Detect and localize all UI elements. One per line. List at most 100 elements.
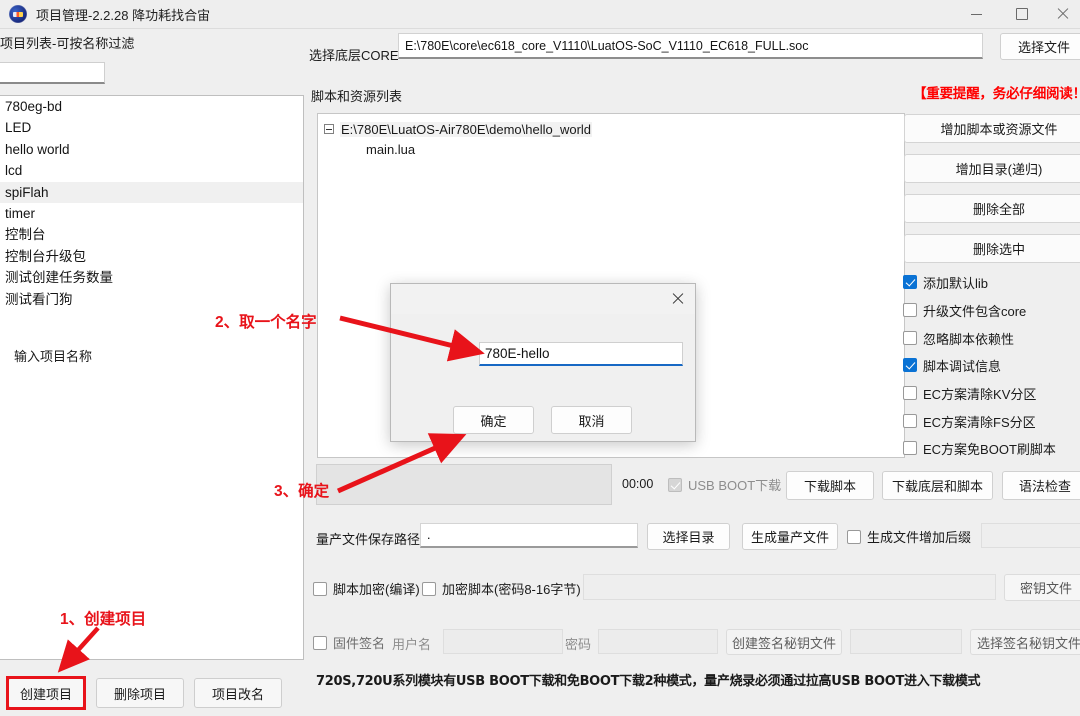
checkbox-script-debug-info[interactable]: 脚本调试信息 [903,355,1001,375]
project-name-label: 输入项目名称 [14,349,93,364]
delete-project-button[interactable]: 删除项目 [96,678,184,708]
signature-username-label: 用户名 [392,637,432,652]
project-list-item[interactable]: timer [0,203,303,224]
project-action-buttons: 创建项目 删除项目 项目改名 [0,678,310,712]
minimize-icon [970,13,982,15]
project-list-item[interactable]: lcd [0,160,303,181]
checkbox-ec-no-boot-flash[interactable]: EC方案免BOOT刷脚本 [903,438,1056,458]
checkbox-label: EC方案清除KV分区 [923,386,1037,402]
window-close-button[interactable] [1045,0,1080,28]
generate-mass-production-button[interactable]: 生成量产文件 [742,523,838,550]
checkbox-icon [313,581,327,596]
maximize-icon [1016,8,1028,20]
choose-file-button[interactable]: 选择文件 [1000,33,1080,60]
checkbox-ec-clear-kv[interactable]: EC方案清除KV分区 [903,383,1036,403]
checkbox-label: 固件签名 [333,636,386,651]
syntax-check-button[interactable]: 语法检查 [1002,471,1080,500]
create-signature-key-file-button[interactable]: 创建签名秘钥文件 [726,629,842,655]
signature-password-input[interactable] [598,629,718,654]
annotation-step-1: 1、创建项目 [60,611,147,628]
checkbox-ignore-script-dependency[interactable]: 忽略脚本依赖性 [903,328,1014,348]
core-path-input[interactable] [398,33,983,59]
rename-project-button[interactable]: 项目改名 [194,678,282,708]
checkbox-icon [847,529,861,544]
checkbox-script-encrypt-compile[interactable]: 脚本加密(编译) [313,579,420,598]
window-maximize-button[interactable] [999,0,1045,28]
checkbox-icon [668,477,682,492]
checkbox-label: 加密脚本(密码8-16字节) [442,582,581,597]
checkbox-icon [903,441,917,455]
important-notice-text: 【重要提醒，务必仔细阅读！】 [913,86,1080,101]
checkbox-icon [903,414,917,428]
checkbox-icon [903,331,917,345]
checkbox-label: EC方案清除FS分区 [923,414,1036,430]
dialog-cancel-button[interactable]: 取消 [551,406,632,434]
mass-production-path-label: 量产文件保存路径 [316,532,421,547]
add-directory-recursive-button[interactable]: 增加目录(递归) [904,154,1080,183]
checkbox-icon [422,581,436,596]
mass-production-path-input[interactable] [420,523,638,548]
checkbox-label: 添加默认lib [923,275,989,291]
encryption-password-input[interactable] [583,574,996,600]
window-titlebar: 项目管理-2.2.28 降功耗找合宙 [0,0,1080,29]
dialog-close-button[interactable] [665,287,691,311]
elapsed-timer: 00:00 [622,477,654,491]
progress-bar [316,464,612,505]
project-list-item[interactable]: spiFlah [0,181,303,203]
checkbox-label: 忽略脚本依赖性 [923,331,1015,347]
choose-directory-button[interactable]: 选择目录 [647,523,730,550]
window-title: 项目管理-2.2.28 降功耗找合宙 [36,8,211,23]
signature-key-path-input[interactable] [850,629,962,654]
checkbox-label: 脚本加密(编译) [333,582,420,597]
checkbox-firmware-signature[interactable]: 固件签名 [313,633,385,652]
checkbox-ec-clear-fs[interactable]: EC方案清除FS分区 [903,411,1036,431]
close-icon [672,293,684,305]
delete-all-button[interactable]: 删除全部 [904,194,1080,223]
core-label: 选择底层CORE [309,48,399,63]
download-core-and-script-button[interactable]: 下载底层和脚本 [882,471,993,500]
scripts-list-label: 脚本和资源列表 [311,89,403,104]
delete-selected-button[interactable]: 删除选中 [904,234,1080,263]
dialog-ok-button[interactable]: 确定 [453,406,534,434]
checkbox-upgrade-include-core[interactable]: 升级文件包含core [903,300,1026,320]
project-list-item[interactable]: 控制台 [0,224,303,245]
project-filter-input[interactable] [0,62,105,84]
checkbox-label: 升级文件包含core [923,303,1027,319]
checkbox-encrypt-script-password[interactable]: 加密脚本(密码8-16字节) [422,579,581,598]
project-list-item[interactable]: LED [0,117,303,138]
checkbox-icon [903,386,917,400]
checkbox-label: 生成文件增加后缀 [867,530,972,545]
project-list-item[interactable]: 测试看门狗 [0,289,303,310]
checkbox-usb-boot-download[interactable]: USB BOOT下载 [668,475,781,494]
create-project-button[interactable]: 创建项目 [8,678,84,708]
annotation-step-3: 3、确定 [274,483,330,500]
tree-child-item[interactable]: main.lua [366,142,904,157]
checkbox-icon [313,635,327,650]
project-list[interactable]: 780eg-bd LED hello world lcd spiFlah timer 控制台… [0,95,304,660]
annotation-step-2: 2、取一个名字 [215,314,317,331]
app-logo-icon [9,5,27,23]
close-icon [1057,8,1069,20]
checkbox-add-suffix[interactable]: 生成文件增加后缀 [847,527,971,546]
create-project-dialog: 确定 取消 [390,283,696,442]
tree-root-label: E:\780E\LuatOS-Air780E\demo\hello_world [340,121,593,137]
signature-username-input[interactable] [443,629,563,654]
checkbox-icon [903,358,917,372]
download-script-button[interactable]: 下载脚本 [786,471,874,500]
project-list-item[interactable]: 780eg-bd [0,96,303,117]
suffix-input[interactable] [981,523,1080,548]
tree-root-row[interactable]: E:\780E\LuatOS-Air780E\demo\hello_world [324,120,904,138]
key-file-button[interactable]: 密钥文件 [1004,574,1080,601]
project-name-input[interactable] [479,342,683,366]
checkbox-label: EC方案免BOOT刷脚本 [923,441,1056,457]
add-script-or-resource-button[interactable]: 增加脚本或资源文件 [904,114,1080,143]
collapse-icon[interactable] [324,124,334,134]
checkbox-add-default-lib[interactable]: 添加默认lib [903,272,988,292]
window-minimize-button[interactable] [953,0,999,28]
project-list-item[interactable]: 测试创建任务数量 [0,267,303,288]
project-list-item[interactable]: 控制台升级包 [0,246,303,267]
checkbox-icon [903,275,917,289]
project-list-item[interactable]: hello world [0,139,303,160]
project-list-label: 项目列表-可按名称过滤 [0,36,135,51]
choose-signature-key-file-button[interactable]: 选择签名秘钥文件 [970,629,1080,655]
